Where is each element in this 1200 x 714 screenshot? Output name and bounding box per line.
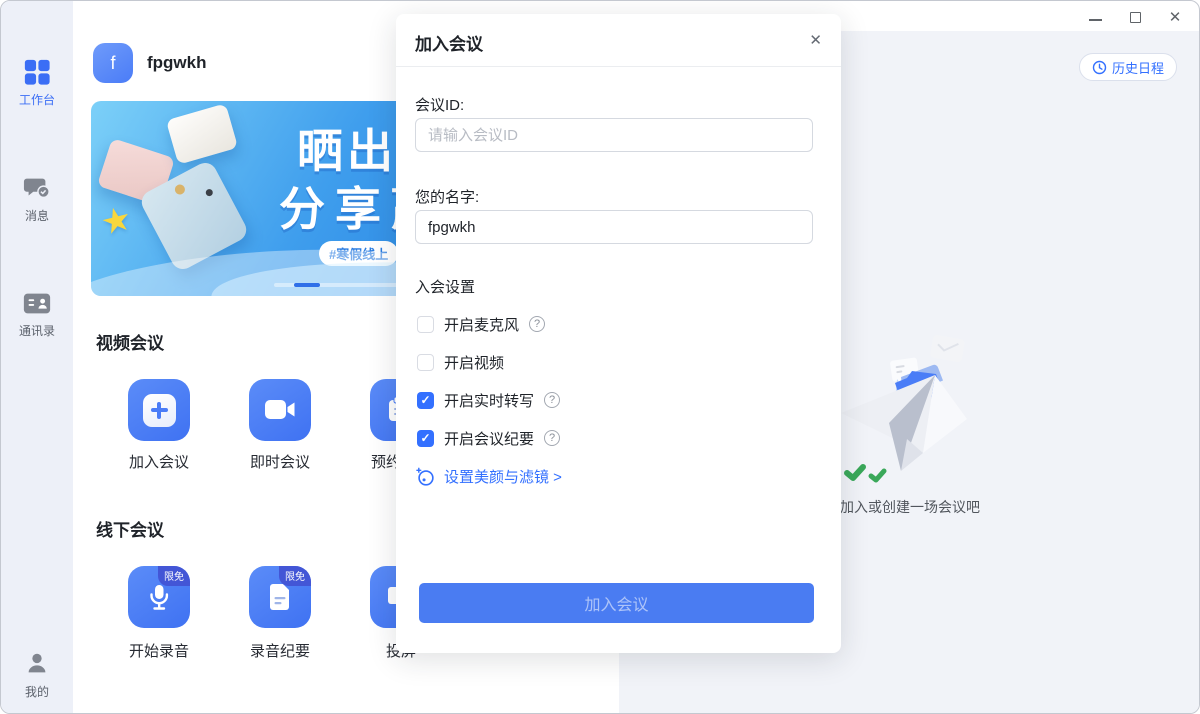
help-icon[interactable]: ? — [529, 316, 545, 332]
transcription-checkbox[interactable]: ✓ — [417, 392, 434, 409]
section-title-video: 视频会议 — [96, 329, 164, 354]
banner-product-white — [166, 103, 238, 164]
history-schedule-label: 历史日程 — [1112, 58, 1164, 77]
name-input[interactable] — [415, 210, 813, 244]
option-label: 开启视频 — [444, 352, 504, 373]
history-schedule-button[interactable]: 历史日程 — [1079, 53, 1177, 81]
window-controls: ✕ — [1087, 9, 1183, 25]
sidebar-item-label: 我的 — [1, 683, 73, 700]
tile-label[interactable]: 开始录音 — [108, 640, 210, 661]
avatar[interactable]: f — [93, 43, 133, 83]
start-recording-tile[interactable]: 限免 — [128, 566, 190, 628]
help-icon[interactable]: ? — [544, 392, 560, 408]
join-meeting-submit-button[interactable]: 加入会议 — [419, 583, 814, 623]
contacts-icon — [1, 288, 73, 318]
join-meeting-icon — [128, 379, 190, 441]
maximize-icon — [1130, 12, 1141, 23]
sidebar-item-label: 消息 — [1, 207, 73, 224]
sidebar-item-label: 工作台 — [1, 91, 73, 108]
sidebar-item-messages[interactable]: 消息 — [1, 173, 73, 224]
maximize-button[interactable] — [1127, 9, 1143, 25]
option-label: 开启会议纪要 — [444, 428, 534, 449]
instant-meeting-icon — [249, 379, 311, 441]
meeting-id-label: 会议ID: — [415, 94, 464, 115]
clock-icon — [1092, 60, 1107, 75]
section-title-offline: 线下会议 — [96, 516, 164, 541]
grid-icon — [1, 57, 73, 87]
close-icon: ✕ — [1169, 10, 1182, 25]
join-meeting-dialog: 加入会议 ✕ 会议ID: 您的名字: 入会设置 开启麦克风 ? 开启视频 ✓ 开… — [396, 14, 841, 653]
instant-meeting-tile[interactable] — [249, 379, 311, 441]
minimize-button[interactable] — [1087, 9, 1103, 25]
beauty-filter-link[interactable]: 设置美颜与滤镜 > — [415, 466, 562, 487]
meeting-id-input[interactable] — [415, 118, 813, 152]
name-label: 您的名字: — [415, 186, 479, 207]
app-window: ✕ 工作台 消息 通讯录 我的 f — [0, 0, 1200, 714]
tile-label[interactable]: 录音纪要 — [229, 640, 331, 661]
join-meeting-tile[interactable] — [128, 379, 190, 441]
option-row-video: 开启视频 — [417, 352, 504, 372]
help-icon[interactable]: ? — [544, 430, 560, 446]
username: fpgwkh — [147, 53, 207, 73]
mic-checkbox[interactable] — [417, 316, 434, 333]
divider — [396, 66, 841, 67]
user-icon — [1, 649, 73, 679]
tile-label[interactable]: 即时会议 — [229, 451, 331, 472]
option-row-mic: 开启麦克风 ? — [417, 314, 545, 334]
option-label: 开启实时转写 — [444, 390, 534, 411]
beauty-camera-icon — [415, 466, 436, 487]
minutes-checkbox[interactable]: ✓ — [417, 430, 434, 447]
option-row-transcription: ✓ 开启实时转写 ? — [417, 390, 560, 410]
settings-title: 入会设置 — [415, 276, 475, 297]
option-label: 开启麦克风 — [444, 314, 519, 335]
minimize-icon — [1089, 19, 1102, 21]
dialog-title: 加入会议 — [415, 30, 483, 55]
sidebar-item-label: 通讯录 — [1, 322, 73, 339]
dialog-close-icon[interactable]: ✕ — [809, 31, 822, 49]
empty-state-illustration — [835, 321, 985, 496]
beauty-filter-label: 设置美颜与滤镜 > — [444, 466, 562, 487]
sidebar-item-mine[interactable]: 我的 — [1, 649, 73, 700]
chat-icon — [1, 173, 73, 203]
recording-minutes-tile[interactable]: 限免 — [249, 566, 311, 628]
sidebar-item-contacts[interactable]: 通讯录 — [1, 288, 73, 339]
option-row-minutes: ✓ 开启会议纪要 ? — [417, 428, 560, 448]
star-icon: ★ — [97, 198, 136, 244]
banner-headline-1: 晒出 — [297, 115, 397, 181]
video-checkbox[interactable] — [417, 354, 434, 371]
tile-label[interactable]: 加入会议 — [108, 451, 210, 472]
sidebar: 工作台 消息 通讯录 我的 — [1, 1, 73, 713]
sidebar-item-workbench[interactable]: 工作台 — [1, 57, 73, 108]
close-button[interactable]: ✕ — [1167, 9, 1183, 25]
